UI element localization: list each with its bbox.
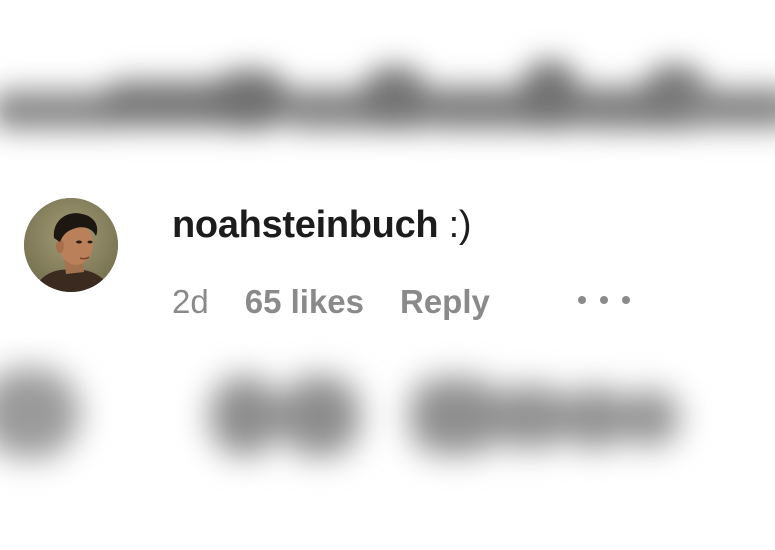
comment-body: :) bbox=[448, 204, 472, 246]
more-dot bbox=[600, 296, 608, 304]
blurred-previous-comment bbox=[0, 0, 775, 162]
more-options-icon[interactable] bbox=[578, 290, 630, 310]
comment-meta: 2d 65 likes Reply bbox=[172, 280, 490, 324]
comment-likes-count[interactable]: 65 likes bbox=[245, 283, 364, 321]
comment-screenshot: noahsteinbuch :) 2d 65 likes Reply bbox=[0, 0, 775, 550]
comment-item: noahsteinbuch :) 2d 65 likes Reply bbox=[0, 162, 775, 338]
blurred-duplicate-meta bbox=[0, 338, 775, 550]
reply-button[interactable]: Reply bbox=[400, 283, 490, 321]
comment-timestamp: 2d bbox=[172, 283, 209, 320]
comment-text-line: noahsteinbuch :) bbox=[172, 204, 472, 247]
avatar-photo bbox=[24, 198, 118, 292]
comment-username[interactable]: noahsteinbuch bbox=[172, 204, 439, 246]
more-dot bbox=[578, 296, 586, 304]
user-avatar[interactable] bbox=[24, 198, 118, 292]
more-dot bbox=[622, 296, 630, 304]
